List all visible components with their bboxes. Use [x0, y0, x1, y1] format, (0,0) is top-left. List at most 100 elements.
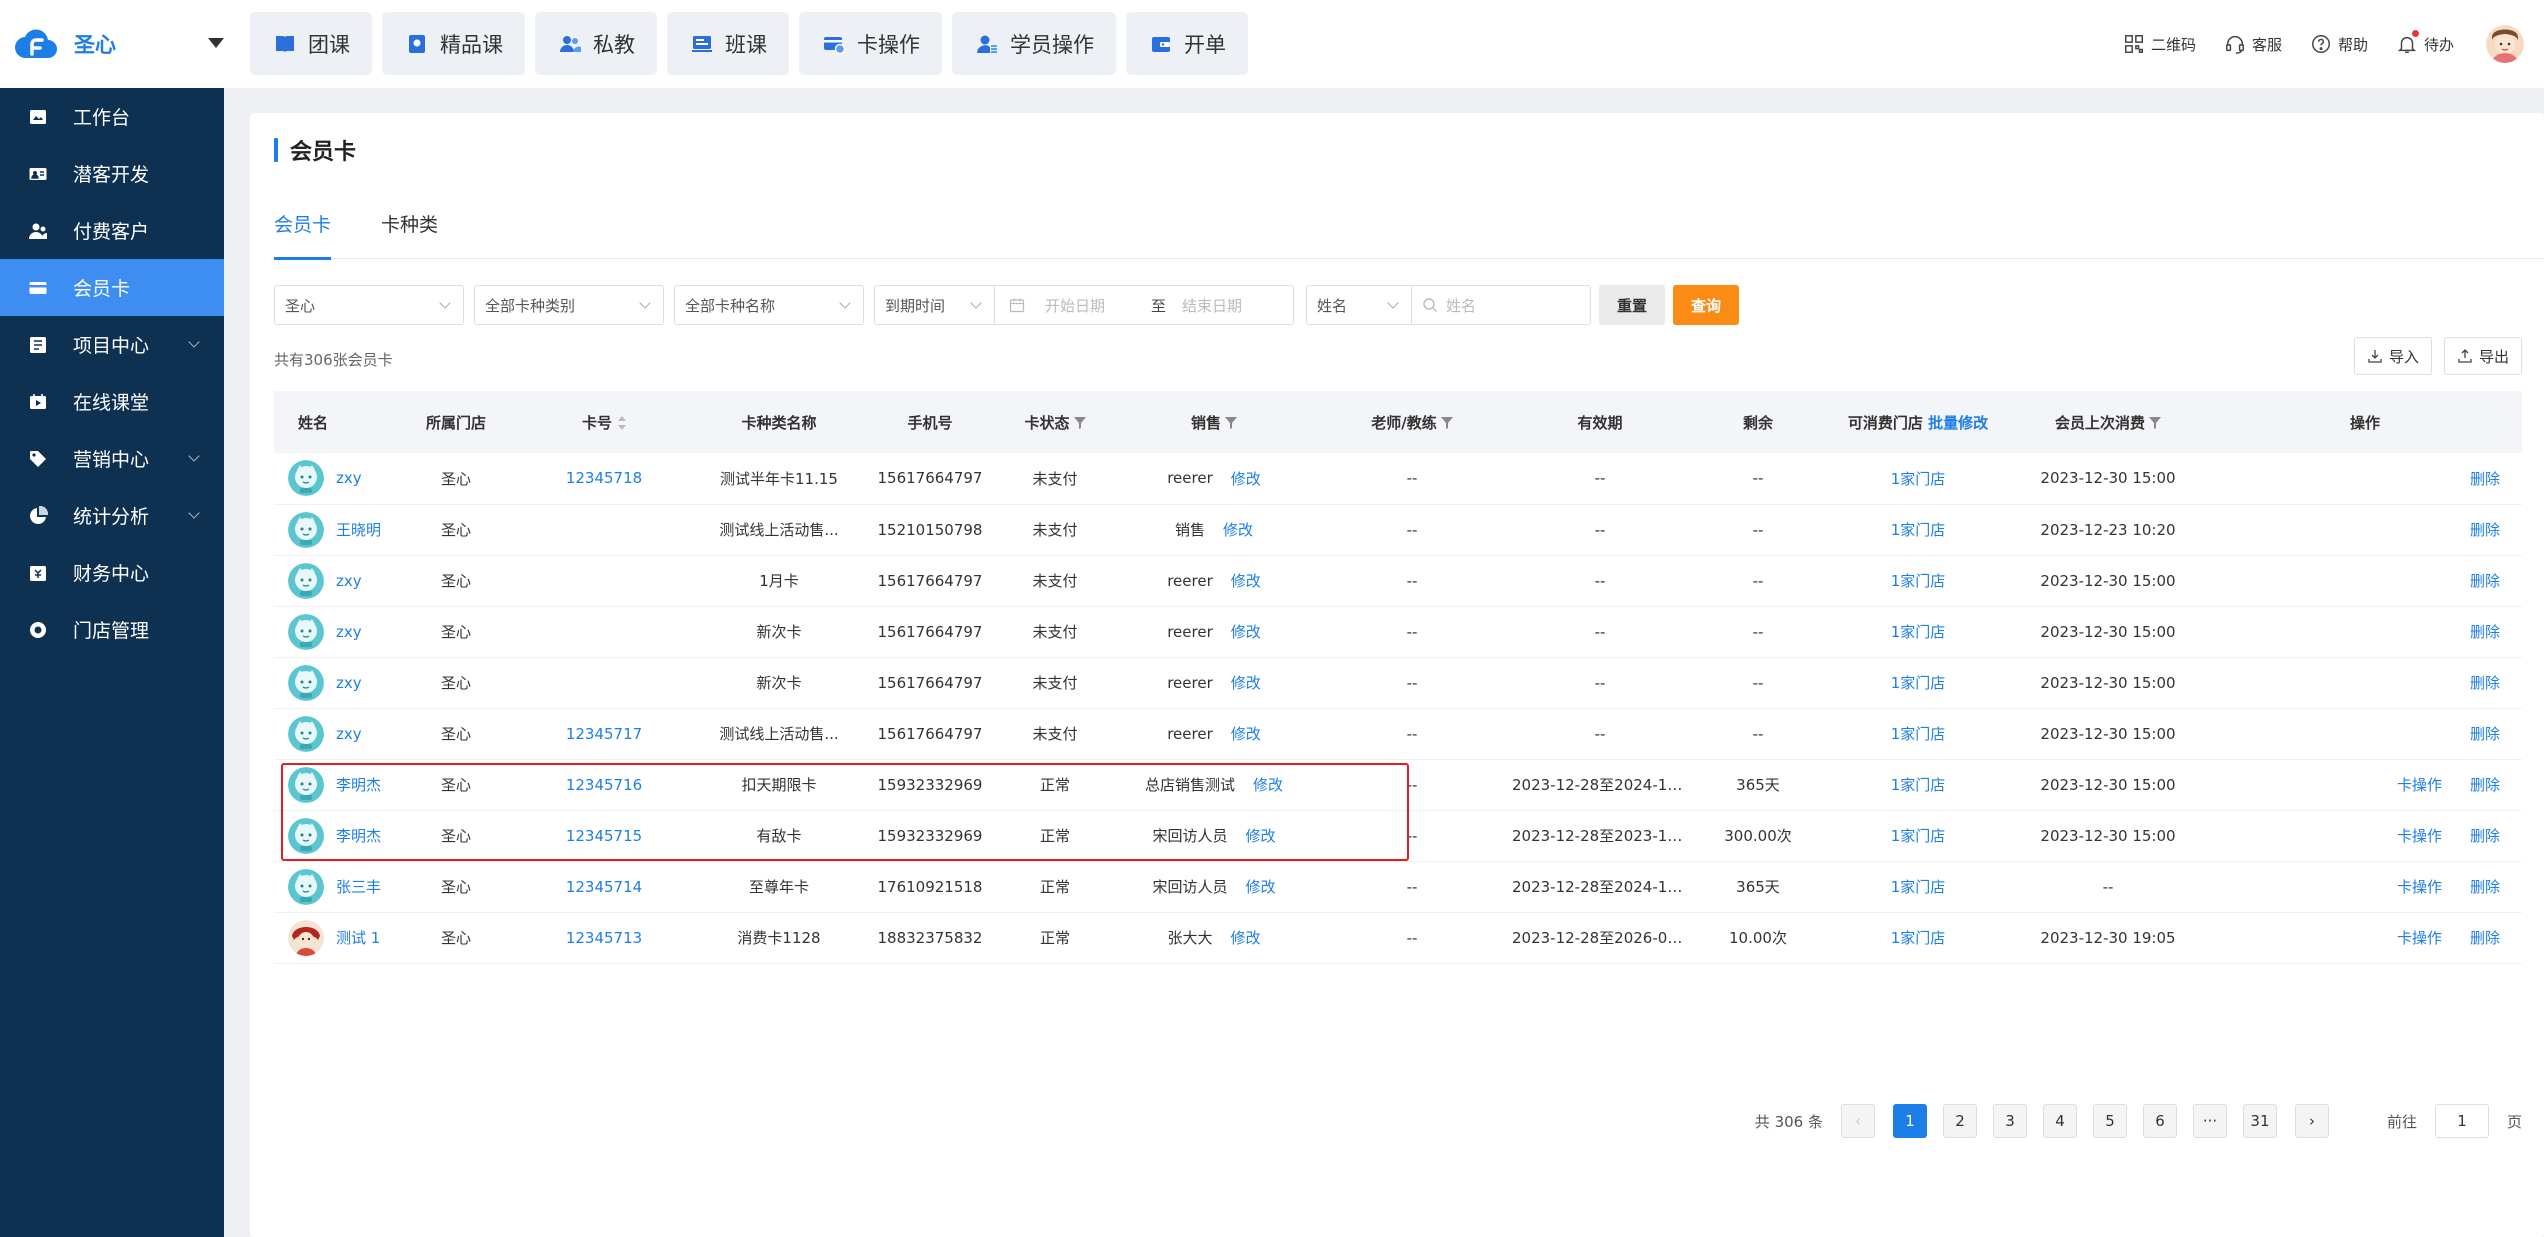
card-operation-link[interactable]: 卡操作 — [2397, 825, 2442, 846]
card-operation-link[interactable]: 卡操作 — [2397, 774, 2442, 795]
cell-card-no[interactable]: 12345713 — [516, 912, 692, 964]
page-button[interactable]: 4 — [2042, 1104, 2077, 1138]
nav-group-class[interactable]: 团课 — [250, 12, 372, 75]
member-name-link[interactable]: zxy — [336, 572, 362, 590]
nav-open-order[interactable]: 开单 — [1126, 12, 1248, 75]
card-name-select[interactable]: 全部卡种名称 — [674, 285, 864, 325]
delete-link[interactable]: 删除 — [2470, 927, 2500, 948]
cell-stores-link[interactable]: 1家门店 — [1828, 606, 2008, 658]
cell-stores-link[interactable]: 1家门店 — [1828, 810, 2008, 862]
cell-stores-link[interactable]: 1家门店 — [1828, 912, 2008, 964]
page-button[interactable]: 5 — [2092, 1104, 2127, 1138]
tab-card-types[interactable]: 卡种类 — [381, 209, 438, 259]
sidebar-item-7[interactable]: 统计分析 — [0, 487, 224, 544]
page-button[interactable]: 3 — [1992, 1104, 2027, 1138]
batch-edit-link[interactable]: 批量修改 — [1928, 414, 1988, 432]
cell-stores-link[interactable]: 1家门店 — [1828, 861, 2008, 913]
nav-student-operation[interactable]: 学员操作 — [952, 12, 1116, 75]
search-input[interactable]: 姓名 — [1411, 285, 1591, 325]
edit-sales-link[interactable]: 修改 — [1246, 876, 1276, 897]
cell-card-no[interactable]: 12345714 — [516, 861, 692, 913]
edit-sales-link[interactable]: 修改 — [1231, 570, 1261, 591]
cell-stores-link[interactable]: 1家门店 — [1828, 555, 2008, 607]
page-button[interactable]: 1 — [1892, 1104, 1927, 1138]
delete-link[interactable]: 删除 — [2470, 621, 2500, 642]
import-button[interactable]: 导入 — [2353, 337, 2432, 375]
card-operation-link[interactable]: 卡操作 — [2397, 927, 2442, 948]
edit-sales-link[interactable]: 修改 — [1223, 519, 1253, 540]
cell-card-no[interactable]: 12345717 — [516, 708, 692, 760]
filter-icon[interactable] — [1073, 417, 1086, 429]
next-page-button[interactable]: › — [2294, 1104, 2329, 1138]
member-name-link[interactable]: zxy — [336, 725, 362, 743]
date-range-picker[interactable]: 开始日期 至 结束日期 — [994, 285, 1294, 325]
sidebar-item-0[interactable]: 工作台 — [0, 88, 224, 145]
edit-sales-link[interactable]: 修改 — [1231, 468, 1261, 489]
delete-link[interactable]: 删除 — [2470, 876, 2500, 897]
sidebar-item-5[interactable]: 在线课堂 — [0, 373, 224, 430]
brand[interactable]: 圣心 — [0, 0, 224, 88]
page-button[interactable]: 31 — [2242, 1104, 2277, 1138]
end-date-input[interactable]: 结束日期 — [1182, 295, 1242, 316]
cell-stores-link[interactable]: 1家门店 — [1828, 708, 2008, 760]
search-field-select[interactable]: 姓名 — [1306, 285, 1411, 325]
edit-sales-link[interactable]: 修改 — [1231, 927, 1261, 948]
filter-icon[interactable] — [1225, 417, 1237, 429]
nav-premium-course[interactable]: 精品课 — [382, 12, 525, 75]
sidebar-item-9[interactable]: 门店管理 — [0, 601, 224, 658]
sidebar-item-8[interactable]: 财务中心 — [0, 544, 224, 601]
card-category-select[interactable]: 全部卡种类别 — [474, 285, 664, 325]
delete-link[interactable]: 删除 — [2470, 825, 2500, 846]
cell-stores-link[interactable]: 1家门店 — [1828, 657, 2008, 709]
reset-button[interactable]: 重置 — [1599, 285, 1665, 325]
member-name-link[interactable]: 张三丰 — [336, 878, 381, 896]
page-button[interactable]: 2 — [1942, 1104, 1977, 1138]
delete-link[interactable]: 删除 — [2470, 570, 2500, 591]
prev-page-button[interactable]: ‹ — [1840, 1104, 1875, 1138]
member-name-link[interactable]: zxy — [336, 469, 362, 487]
delete-link[interactable]: 删除 — [2470, 774, 2500, 795]
nav-card-operation[interactable]: 卡操作 — [799, 12, 942, 75]
nav-private-coach[interactable]: 私教 — [535, 12, 657, 75]
edit-sales-link[interactable]: 修改 — [1231, 621, 1261, 642]
query-button[interactable]: 查询 — [1673, 285, 1739, 325]
delete-link[interactable]: 删除 — [2470, 723, 2500, 744]
member-name-link[interactable]: zxy — [336, 674, 362, 692]
filter-icon[interactable] — [2149, 417, 2161, 429]
member-name-link[interactable]: 测试 1 — [336, 929, 380, 947]
cell-stores-link[interactable]: 1家门店 — [1828, 504, 2008, 556]
page-ellipsis[interactable]: ··· — [2192, 1104, 2227, 1138]
cell-stores-link[interactable]: 1家门店 — [1828, 453, 2008, 505]
caret-down-icon[interactable] — [208, 38, 224, 48]
edit-sales-link[interactable]: 修改 — [1231, 672, 1261, 693]
nav-class-course[interactable]: 班课 — [667, 12, 789, 75]
sidebar-item-2[interactable]: 付费客户 — [0, 202, 224, 259]
tab-member-card[interactable]: 会员卡 — [274, 209, 332, 260]
delete-link[interactable]: 删除 — [2470, 468, 2500, 489]
qrcode-button[interactable]: 二维码 — [2123, 33, 2196, 55]
help-button[interactable]: 帮助 — [2310, 33, 2368, 55]
start-date-input[interactable]: 开始日期 — [1045, 295, 1135, 316]
member-name-link[interactable]: zxy — [336, 623, 362, 641]
user-avatar[interactable] — [2486, 25, 2524, 63]
store-select[interactable]: 圣心 — [274, 285, 464, 325]
cell-stores-link[interactable]: 1家门店 — [1828, 759, 2008, 811]
cell-card-no[interactable] — [516, 555, 692, 607]
todo-button[interactable]: 待办 — [2396, 30, 2454, 55]
sidebar-item-6[interactable]: 营销中心 — [0, 430, 224, 487]
card-operation-link[interactable]: 卡操作 — [2397, 876, 2442, 897]
edit-sales-link[interactable]: 修改 — [1231, 723, 1261, 744]
page-button[interactable]: 6 — [2142, 1104, 2177, 1138]
member-name-link[interactable]: 王晓明 — [336, 521, 381, 539]
date-field-select[interactable]: 到期时间 — [874, 285, 994, 325]
sidebar-item-4[interactable]: 项目中心 — [0, 316, 224, 373]
col-card-no[interactable]: 卡号 — [516, 391, 692, 453]
delete-link[interactable]: 删除 — [2470, 519, 2500, 540]
export-button[interactable]: 导出 — [2443, 337, 2522, 375]
sort-icon[interactable] — [618, 416, 626, 430]
sidebar-item-1[interactable]: 潜客开发 — [0, 145, 224, 202]
service-button[interactable]: 客服 — [2224, 33, 2282, 55]
filter-icon[interactable] — [1440, 417, 1453, 429]
cell-card-no[interactable]: 12345718 — [516, 453, 692, 505]
cell-card-no[interactable] — [516, 504, 692, 556]
